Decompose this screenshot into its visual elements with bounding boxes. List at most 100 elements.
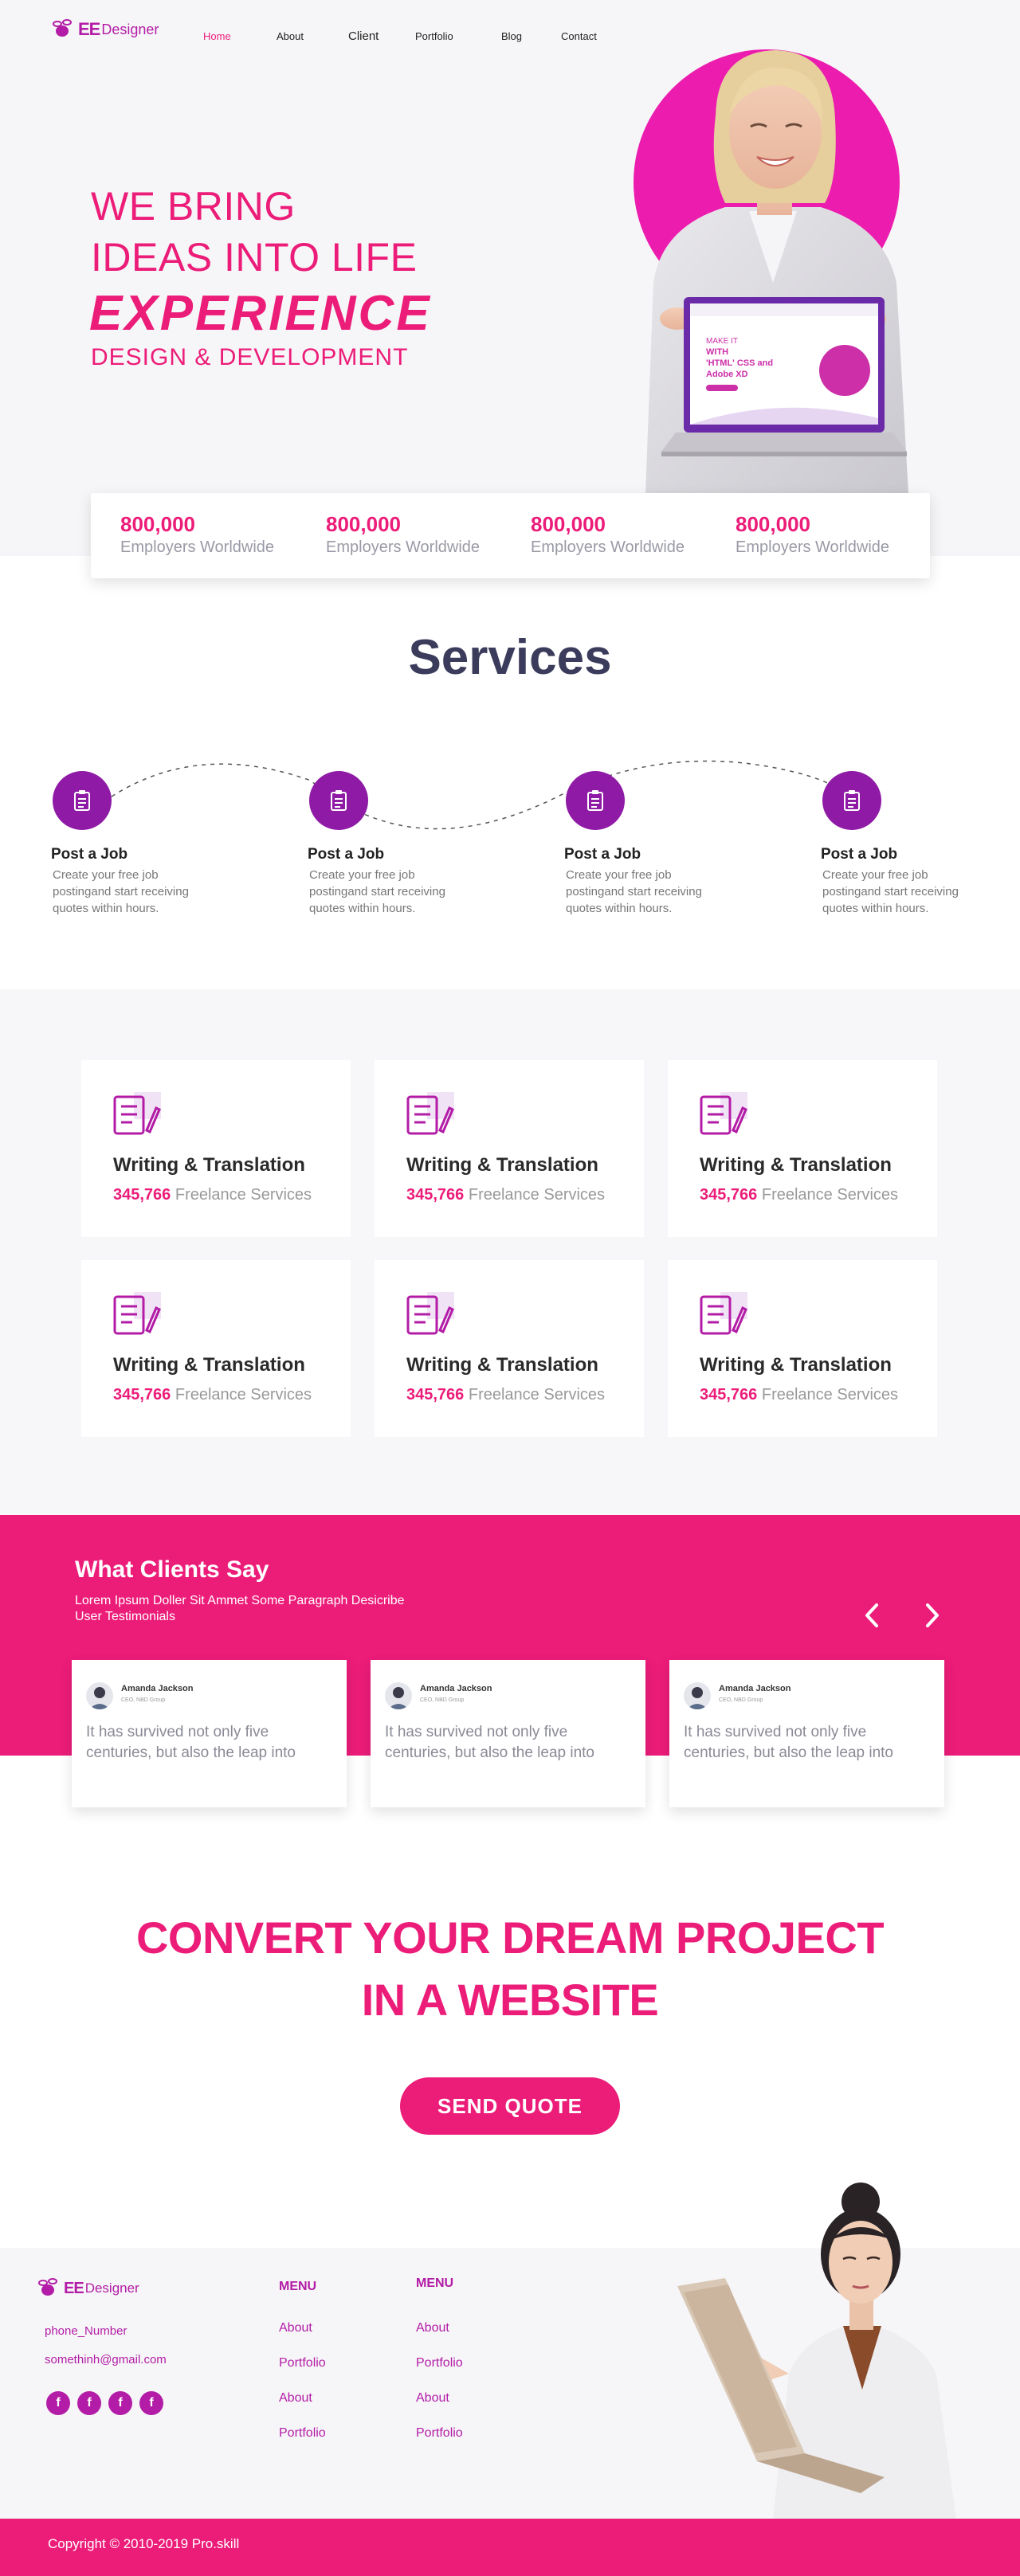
category-suffix: Freelance Services [175,1386,312,1403]
service-step: Post a Job Create your free job postinga… [821,771,980,917]
testimonial-name: Amanda Jackson [121,1684,194,1693]
avatar [86,1682,113,1709]
footer-link[interactable]: Portfolio [279,2356,326,2370]
stat-label: Employers Worldwide [120,538,275,556]
nav-contact[interactable]: Contact [561,30,625,43]
nav-portfolio[interactable]: Portfolio [415,30,501,43]
footer-link[interactable]: About [416,2321,449,2335]
service-step-desc: Create your free job postingand start re… [53,868,189,915]
stat-item: 800,000 Employers Worldwide [531,512,685,557]
footer-link[interactable]: Portfolio [416,2426,463,2441]
bee-logo-icon [53,19,76,40]
social-links: f f f f [46,2391,163,2415]
footer-link[interactable]: About [279,2391,312,2406]
brand-logo[interactable]: EE Designer [53,19,159,40]
footer-link[interactable]: Portfolio [416,2356,463,2370]
footer-link[interactable]: Portfolio [279,2426,326,2441]
clipboard-icon [309,771,368,830]
category-meta: 345,766 Freelance Services [700,1386,898,1404]
nav-client[interactable]: Client [348,29,415,43]
category-title: Writing & Translation [113,1154,305,1176]
laptop-screen-text-1: MAKE IT [706,337,738,346]
category-suffix: Freelance Services [761,1186,899,1204]
hero-title-line1: WE BRING [91,184,296,229]
clipboard-icon [566,771,625,830]
stat-label: Employers Worldwide [326,538,481,556]
cta-title-line1: CONVERT YOUR DREAM PROJECT [135,1912,885,1963]
service-step-title: Post a Job [51,846,128,863]
category-suffix: Freelance Services [468,1386,606,1403]
document-pen-icon [113,1092,161,1135]
facebook-icon[interactable]: f [108,2391,132,2415]
bee-logo-icon [38,2278,62,2299]
footer-menu-heading: MENU [279,2280,317,2293]
laptop-screen-text-3: 'HTML' CSS and [706,358,773,368]
category-count: 345,766 [113,1186,171,1204]
facebook-icon[interactable]: f [77,2391,101,2415]
service-step-desc: Create your free job postingand start re… [822,868,959,915]
avatar [385,1682,412,1709]
facebook-icon[interactable]: f [139,2391,163,2415]
brand-designer: Designer [101,21,159,37]
category-title: Writing & Translation [406,1154,598,1176]
footer-link[interactable]: About [416,2391,449,2406]
facebook-icon[interactable]: f [46,2391,70,2415]
category-card[interactable]: Writing & Translation 345,766 Freelance … [375,1060,644,1237]
testimonials-heading: What Clients Say [75,1556,269,1583]
footer-email[interactable]: somethinh@gmail.com [45,2353,167,2367]
chevron-right-icon[interactable] [918,1601,947,1630]
stat-item: 800,000 Employers Worldwide [120,512,274,557]
clipboard-icon [822,771,881,830]
category-count: 345,766 [406,1386,465,1403]
category-meta: 345,766 Freelance Services [406,1386,605,1404]
category-card[interactable]: Writing & Translation 345,766 Freelance … [375,1260,644,1437]
send-quote-button[interactable]: SEND QUOTE [400,2077,620,2135]
hero-person-with-laptop-illustration: MAKE IT WITH 'HTML' CSS and Adobe XD [645,50,908,494]
hero-title-line2: IDEAS INTO LIFE [91,235,418,280]
footer-link[interactable]: About [279,2321,312,2335]
testimonial-role: CEO, NBD Group [121,1697,166,1703]
category-count: 345,766 [406,1186,465,1204]
testimonial-quote: It has survived not only five centuries,… [684,1724,894,1761]
document-pen-icon [700,1292,747,1335]
laptop-screen-text-2: WITH [706,347,728,357]
stat-value: 800,000 [120,512,195,536]
stats-bar: 800,000 Employers Worldwide 800,000 Empl… [91,493,930,578]
category-card[interactable]: Writing & Translation 345,766 Freelance … [668,1060,937,1237]
category-title: Writing & Translation [113,1354,305,1376]
hero-title-line3: EXPERIENCE [89,286,432,341]
category-suffix: Freelance Services [761,1386,899,1403]
nav-blog[interactable]: Blog [501,30,561,43]
service-step-title: Post a Job [821,846,898,863]
cta-title-line2: IN A WEBSITE [361,1975,659,2025]
service-step: Post a Job Create your free job postinga… [564,771,724,917]
category-card[interactable]: Writing & Translation 345,766 Freelance … [668,1260,937,1437]
laptop-screen-text-4: Adobe XD [706,370,748,379]
testimonial-card: Amanda Jackson CEO, NBD Group It has sur… [669,1660,944,1807]
category-suffix: Freelance Services [175,1186,312,1204]
clipboard-icon [53,771,112,830]
category-title: Writing & Translation [406,1354,598,1376]
category-meta: 345,766 Freelance Services [113,1386,312,1404]
category-count: 345,766 [700,1186,758,1204]
category-count: 345,766 [700,1386,758,1403]
footer-logo[interactable]: EE Designer [38,2278,139,2299]
category-card[interactable]: Writing & Translation 345,766 Freelance … [81,1260,351,1437]
chevron-left-icon[interactable] [857,1601,886,1630]
testimonial-name: Amanda Jackson [420,1684,492,1693]
testimonials-subtitle: Lorem Ipsum Doller Sit Ammet Some Paragr… [75,1594,405,1623]
category-card[interactable]: Writing & Translation 345,766 Freelance … [81,1060,351,1237]
service-step: Post a Job Create your free job postinga… [308,771,467,917]
document-pen-icon [406,1092,454,1135]
document-pen-icon [113,1292,161,1335]
copyright-text: Copyright © 2010-2019 Pro.skill [48,2536,240,2551]
footer-person-with-laptop-illustration [677,2183,956,2519]
category-title: Writing & Translation [700,1154,892,1176]
nav-home[interactable]: Home [203,30,277,43]
stat-item: 800,000 Employers Worldwide [326,512,480,557]
nav-about[interactable]: About [277,30,348,43]
footer-phone[interactable]: phone_Number [45,2324,127,2338]
stat-value: 800,000 [326,512,401,536]
document-pen-icon [406,1292,454,1335]
stat-item: 800,000 Employers Worldwide [736,512,889,557]
